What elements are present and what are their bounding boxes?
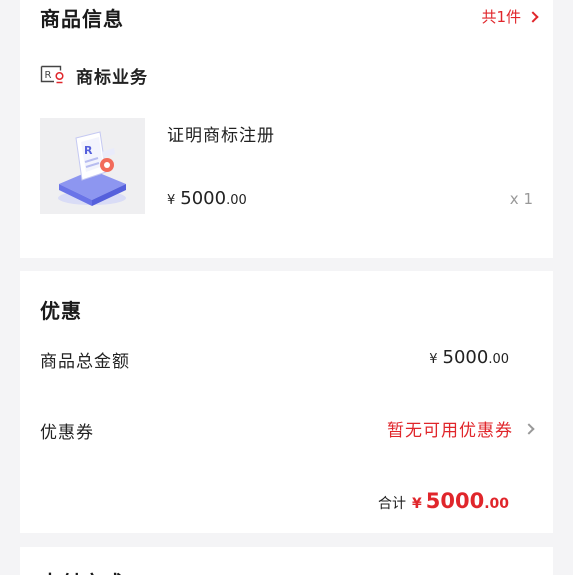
product-name[interactable]: 证明商标注册 — [167, 121, 275, 146]
order-sum-decimal: .00 — [484, 496, 509, 512]
coupon-selector[interactable]: 暂无可用优惠券 — [387, 416, 535, 441]
coupon-status-text: 暂无可用优惠券 — [387, 421, 513, 441]
goods-total-integer: 5000 — [442, 347, 489, 368]
business-category-row: R 商标业务 — [40, 63, 148, 88]
product-price: ¥5000.00 — [167, 188, 247, 209]
svg-text:R: R — [45, 70, 52, 81]
payment-section-title: 支付方式 — [40, 567, 124, 575]
goods-count-link[interactable]: 共1件 — [481, 6, 539, 27]
trademark-certificate-illustration: R — [58, 131, 126, 206]
product-thumbnail[interactable]: R — [40, 118, 145, 214]
chevron-right-icon — [527, 11, 539, 23]
goods-section-title: 商品信息 — [40, 7, 124, 31]
business-label: 商标业务 — [76, 68, 148, 88]
coupon-label: 优惠券 — [40, 423, 94, 443]
goods-count-text: 共1件 — [481, 8, 521, 26]
discount-section-title: 优惠 — [40, 299, 82, 323]
trademark-registered-icon: R — [40, 64, 66, 88]
order-sum-price: ¥5000.00 — [412, 489, 509, 513]
chevron-right-icon — [523, 422, 535, 435]
discount-card: 优惠 商品总金额 ¥5000.00 优惠券 暂无可用优惠券 合计 ¥5000.0… — [20, 271, 553, 533]
product-price-integer: 5000 — [180, 188, 227, 209]
goods-total-label: 商品总金额 — [40, 352, 130, 372]
goods-total-currency: ¥ — [429, 352, 438, 367]
product-price-decimal: .00 — [226, 193, 247, 208]
payment-method-card: 支付方式 — [20, 547, 553, 575]
goods-info-card: 商品信息 共1件 R 商标业务 R 证明商标注册 ¥ 5000.00 x 1 — [20, 0, 553, 258]
order-sum-currency: ¥ — [411, 496, 422, 512]
order-sum-label: 合计 — [377, 496, 406, 512]
product-quantity: x 1 — [509, 190, 533, 208]
goods-total-amount: ¥5000.00 — [429, 347, 509, 368]
order-sum-row: 合计 ¥5000.00 — [378, 489, 509, 513]
order-sum-integer: 5000 — [425, 489, 485, 513]
svg-text:R: R — [84, 144, 93, 157]
product-price-currency: ¥ — [167, 193, 176, 208]
goods-total-decimal: .00 — [488, 352, 509, 367]
